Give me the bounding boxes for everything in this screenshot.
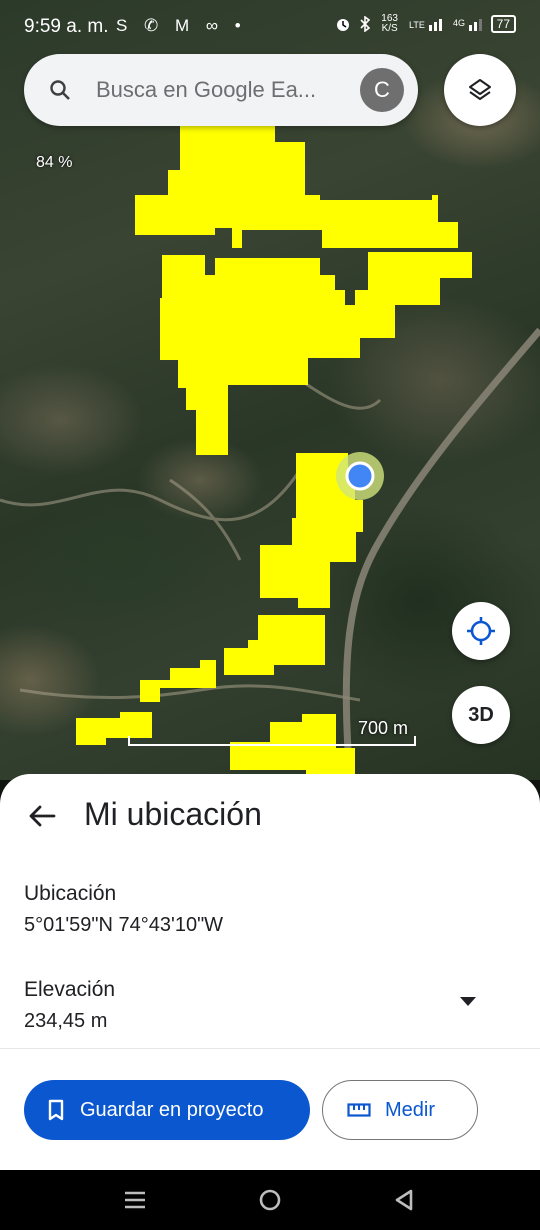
yellow-area-polygons [76,125,472,775]
notification-icons: S ✆ M ∞ • [116,16,247,35]
zoom-level: 84 % [36,154,73,171]
system-icons: 163 K/S LTE 4G 77 [335,14,516,34]
status-bar: 9:59 a. m. S ✆ M ∞ • 163 K/S LTE 4G 77 [0,0,540,54]
divider [0,1048,540,1049]
battery-icon: 77 [490,15,516,33]
home-circle-icon [259,1189,281,1211]
back-button[interactable] [24,798,60,834]
menu-icon [125,1191,145,1209]
scale-bar [128,736,416,746]
ruler-icon [347,1103,371,1117]
elevation-label: Elevación [24,978,116,1001]
network-speed: 163 K/S [381,13,398,34]
crosshair-icon [467,617,495,645]
home-button[interactable] [256,1188,284,1212]
elevation-value: 234,45 m [24,1010,108,1032]
location-value: 5°01'59"N 74°43'10"W [24,914,224,936]
svg-text:LTE: LTE [409,20,425,30]
recents-button[interactable] [121,1188,149,1212]
location-sheet: Mi ubicación Ubicación 5°01'59"N 74°43'1… [0,774,540,1170]
measure-label: Medir [385,1098,436,1121]
svg-text:4G: 4G [453,18,465,28]
alarm-icon [336,19,349,31]
layers-icon [469,79,491,100]
sheet-title: Mi ubicación [84,796,262,832]
search-input[interactable]: Busca en Google Ea... [96,77,360,103]
arrow-left-icon [29,805,56,827]
my-location-dot [345,461,375,491]
back-nav-button[interactable] [390,1188,418,1212]
save-to-project-label: Guardar en proyecto [80,1098,264,1121]
bluetooth-icon [360,16,370,32]
location-label: Ubicación [24,882,117,905]
my-location-button[interactable] [452,602,510,660]
save-to-project-button[interactable]: Guardar en proyecto [24,1080,310,1140]
layers-button[interactable] [444,54,516,126]
account-avatar[interactable]: C [360,68,404,112]
search-bar[interactable]: Busca en Google Ea... C [24,54,418,126]
triangle-back-icon [395,1189,413,1211]
3d-button[interactable]: 3D [452,686,510,744]
signal-lte-icon: LTE [409,19,442,31]
road [342,327,540,780]
signal-4g-icon: 4G [453,18,482,31]
dropdown-icon[interactable] [456,994,480,1008]
search-icon[interactable] [24,78,96,102]
status-time: 9:59 a. m. [24,16,109,37]
bookmark-icon [46,1099,66,1121]
map-scale: 700 m [128,716,418,746]
navigation-bar [0,1170,540,1230]
measure-button[interactable]: Medir [322,1080,478,1140]
